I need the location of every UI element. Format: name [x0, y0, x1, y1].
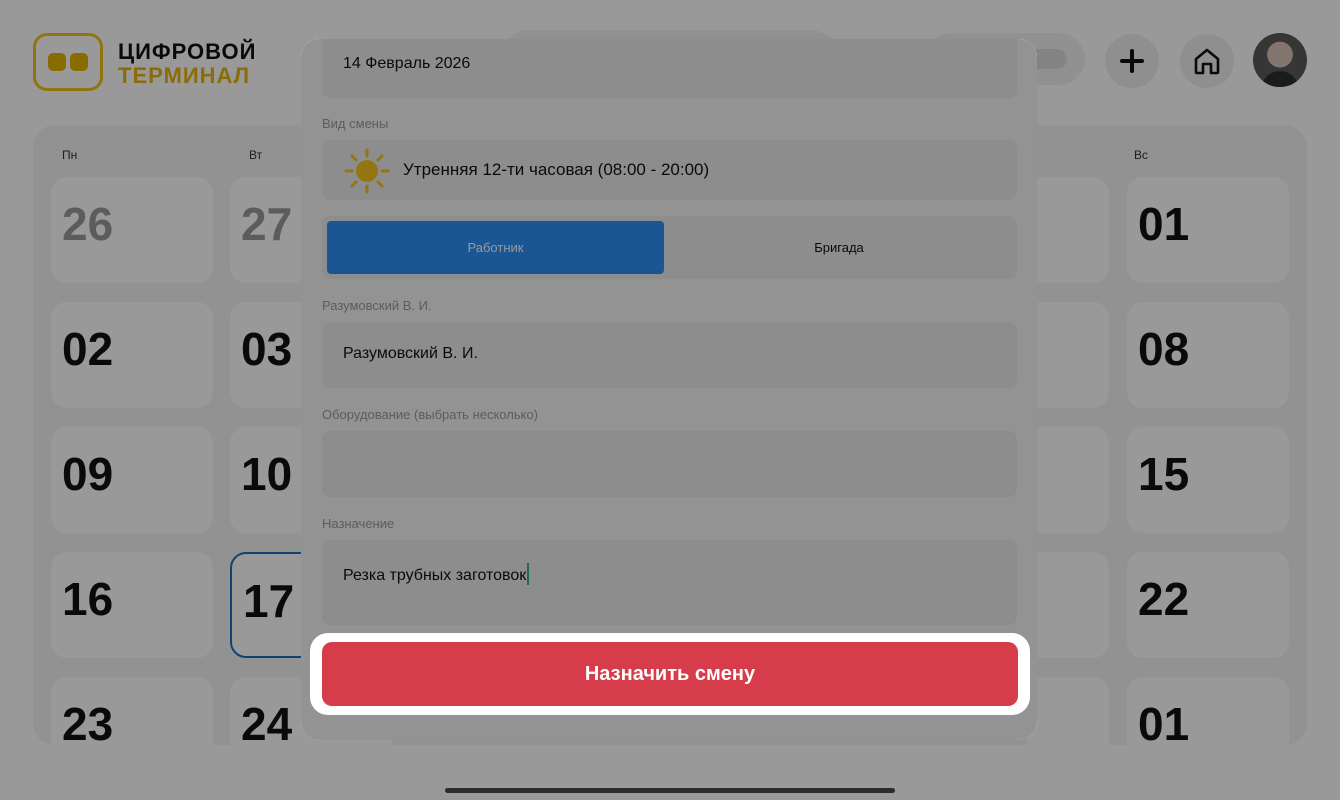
equipment-label: Оборудование (выбрать несколько): [322, 407, 539, 422]
equipment-multiselect[interactable]: [322, 431, 1017, 497]
purpose-label: Назначение: [322, 516, 395, 531]
employee-value: Разумовский В. И.: [343, 345, 478, 362]
date-field[interactable]: 14 Февраль 2026: [322, 39, 1017, 98]
shift-type-select[interactable]: Утренняя 12-ти часовая (08:00 - 20:00): [322, 140, 1017, 200]
text-caret: [527, 563, 530, 585]
tab-worker[interactable]: Работник: [327, 221, 664, 274]
tab-brigade[interactable]: Бригада: [664, 221, 1014, 274]
purpose-text: Резка трубных заготовок: [343, 563, 530, 585]
app-root: ЦИФРОВОЙ ТЕРМИНАЛ Пн Вт Вс 26 02 09 16 2…: [0, 0, 1340, 800]
employee-label: Разумовский В. И.: [322, 298, 432, 313]
employee-field[interactable]: Разумовский В. И.: [322, 322, 1017, 388]
purpose-value: Резка трубных заготовок: [343, 567, 527, 584]
sun-icon: [344, 148, 390, 194]
shift-type-value: Утренняя 12-ти часовая (08:00 - 20:00): [403, 160, 710, 179]
purpose-textarea[interactable]: Резка трубных заготовок: [322, 540, 1017, 625]
home-indicator[interactable]: [445, 788, 895, 793]
assign-shift-highlight: Назначить смену: [310, 633, 1030, 715]
shift-type-label: Вид смены: [322, 116, 389, 131]
date-value: 14 Февраль 2026: [343, 55, 471, 72]
assign-shift-button[interactable]: Назначить смену: [322, 642, 1018, 706]
assignee-type-toggle: Работник Бригада: [322, 216, 1017, 279]
